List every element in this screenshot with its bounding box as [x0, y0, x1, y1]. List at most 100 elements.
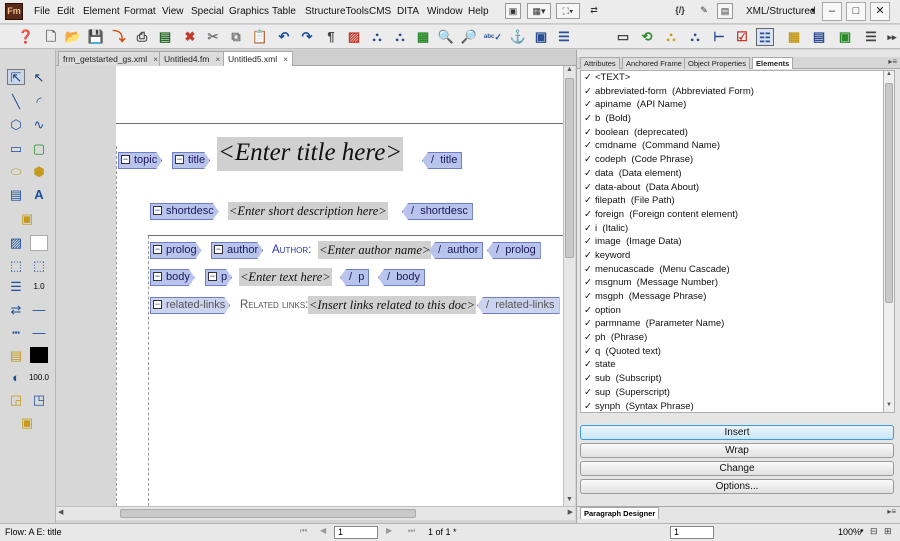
title-start-tag[interactable]: − title [172, 152, 210, 169]
color-black-swatch[interactable] [30, 347, 48, 363]
element-list-item[interactable]: ✓ abbreviated-form (Abbreviated Form) [581, 85, 883, 99]
minimize-button[interactable]: – [822, 2, 842, 21]
panel-menu-icon[interactable]: ▸▸ [883, 28, 900, 46]
element-list-item[interactable]: ✓ b (Bold) [581, 112, 883, 126]
menu-dita[interactable]: DITA [397, 6, 419, 17]
zoom-level[interactable]: 100% [838, 527, 861, 537]
map-icon[interactable]: ⛬ [662, 28, 680, 46]
fill-color-icon[interactable] [30, 235, 48, 251]
next-page-icon[interactable]: ▶ [386, 526, 392, 535]
zoom-dropdown-icon[interactable]: ▾ [860, 527, 864, 535]
align-icon[interactable]: ☰ [555, 28, 573, 46]
screen-mode-icon[interactable]: ▣ [505, 3, 521, 19]
cut-icon[interactable]: ✂ [204, 28, 222, 46]
validate-icon[interactable]: ⟲ [638, 28, 656, 46]
menu-cms[interactable]: CMS [369, 6, 391, 17]
rounded-rect-tool-icon[interactable]: ▢ [30, 141, 48, 157]
menu-structuretools[interactable]: StructureTools [305, 6, 369, 17]
code-view-icon[interactable]: {/} [672, 3, 688, 19]
table-icon[interactable]: ▦ [414, 28, 432, 46]
anchor-icon[interactable]: ⚓ [509, 28, 527, 46]
title-placeholder[interactable]: <Enter title here> [217, 137, 404, 171]
text-insets-icon[interactable]: ▤ [810, 28, 828, 46]
menu-element[interactable]: Element [83, 6, 120, 17]
paragraph-tag-input[interactable]: 1 [670, 526, 714, 539]
insert-button[interactable]: Insert [580, 425, 894, 440]
import-icon[interactable]: ⤵ [110, 28, 128, 46]
rectangle-tool-icon[interactable]: ▭ [7, 141, 25, 157]
tab-frm-getstarted[interactable]: frm_getstarted_gs.xml × [58, 51, 164, 66]
pen-style-icon[interactable]: ⬚ [30, 258, 48, 274]
layout-icon[interactable]: ▦▾ [527, 3, 551, 19]
clipboard-icon[interactable]: ▭ [614, 28, 632, 46]
element-list-thumb[interactable] [885, 83, 893, 303]
p-start-tag[interactable]: − p [205, 269, 232, 286]
chevron-down-icon[interactable]: ▾ [811, 6, 815, 15]
help-icon[interactable]: ❓ [17, 28, 35, 46]
collapse-icon[interactable]: − [153, 206, 162, 215]
collapse-icon[interactable]: − [153, 272, 162, 281]
structure-icon[interactable]: ⛬ [368, 28, 386, 46]
element-list-item[interactable]: ✓ parmname (Parameter Name) [581, 317, 883, 331]
tab-elements[interactable]: Elements [752, 57, 794, 69]
p-end-tag[interactable]: / p [340, 269, 370, 286]
tab-attributes[interactable]: Attributes [580, 57, 620, 69]
element-list-item[interactable]: ✓ sup (Superscript) [581, 386, 883, 400]
tab-close-icon[interactable]: × [283, 54, 288, 64]
spellcheck-icon[interactable]: ᵃᵇᶜ✓ [484, 28, 502, 46]
author-placeholder[interactable]: <Enter author name> [318, 241, 432, 259]
tab-object-properties[interactable]: Object Properties [684, 57, 750, 69]
new-document-icon[interactable]: 🗋 [42, 28, 60, 46]
last-page-icon[interactable]: ⏭ [408, 526, 415, 536]
text-tool-icon[interactable]: A [30, 187, 48, 203]
zoom-out-icon[interactable]: ⊟ [870, 526, 878, 537]
scroll-up-icon[interactable]: ▲ [564, 66, 575, 76]
scroll-down-icon[interactable]: ▼ [564, 496, 575, 506]
element-list-item[interactable]: ✓ data (Data element) [581, 167, 883, 181]
collapse-icon[interactable]: − [153, 245, 162, 254]
element-list-item[interactable]: ✓ i (Italic) [581, 222, 883, 236]
title-end-tag[interactable]: / title [422, 152, 463, 169]
element-list-item[interactable]: ✓ msgph (Message Phrase) [581, 290, 883, 304]
options-button[interactable]: Options... [580, 479, 894, 494]
page-number-input[interactable]: 1 [334, 526, 378, 539]
delete-icon[interactable]: ✖ [181, 28, 199, 46]
workspace-selector[interactable]: XML/Structured [746, 6, 815, 17]
scroll-left-icon[interactable]: ◀ [58, 508, 63, 516]
related-links-placeholder[interactable]: <Insert links related to this doc> [308, 296, 477, 314]
element-catalog-icon[interactable]: ☷ [756, 28, 774, 46]
cap-style-icon[interactable]: — [30, 325, 48, 341]
maximize-button[interactable]: □ [846, 2, 866, 21]
document-icon[interactable]: ▤ [156, 28, 174, 46]
toggle-icon[interactable]: ⇄ [586, 3, 602, 19]
graphics-frame-icon[interactable]: ▣ [18, 415, 36, 431]
arc-tool-icon[interactable]: ◜ [30, 94, 48, 110]
element-list-item[interactable]: ✓ data-about (Data About) [581, 181, 883, 195]
replace-icon[interactable]: 🔎 [460, 28, 478, 46]
element-list-item[interactable]: ✓ menucascade (Menu Cascade) [581, 263, 883, 277]
prolog-start-tag[interactable]: − prolog [150, 242, 202, 259]
body-end-tag[interactable]: / body [378, 269, 426, 286]
redo-icon[interactable]: ↷ [298, 28, 316, 46]
collapse-icon[interactable]: − [175, 155, 184, 164]
menu-table[interactable]: Table [272, 6, 296, 17]
menu-file[interactable]: File [34, 6, 50, 17]
p-placeholder[interactable]: <Enter text here> [239, 268, 332, 286]
scroll-right-icon[interactable]: ▶ [568, 508, 573, 516]
element-list-item[interactable]: ✓ q (Quoted text) [581, 345, 883, 359]
panel-options-icon[interactable]: ▸≡ [887, 507, 896, 516]
element-list-item[interactable]: ✓ state [581, 358, 883, 372]
menu-view[interactable]: View [162, 6, 184, 17]
insert-element-icon[interactable]: ▨ [345, 28, 363, 46]
tab-untitled4[interactable]: Untitled4.fm × [159, 51, 226, 66]
vertical-scrollbar[interactable]: ▲ ▼ [563, 66, 575, 506]
pen-pattern-icon[interactable]: ⬚ [7, 258, 25, 274]
checklist-icon[interactable]: ☑ [733, 28, 751, 46]
element-list-item[interactable]: ✓ foreign (Foreign content element) [581, 208, 883, 222]
menu-special[interactable]: Special [191, 6, 224, 17]
color-swatch-icon[interactable]: ▤ [7, 348, 25, 364]
shortdesc-start-tag[interactable]: − shortdesc [150, 203, 219, 220]
polygon-tool-icon[interactable]: ⬢ [30, 164, 48, 180]
line-width-icon[interactable]: ☰ [7, 279, 25, 295]
image-icon[interactable]: ▣ [532, 28, 550, 46]
